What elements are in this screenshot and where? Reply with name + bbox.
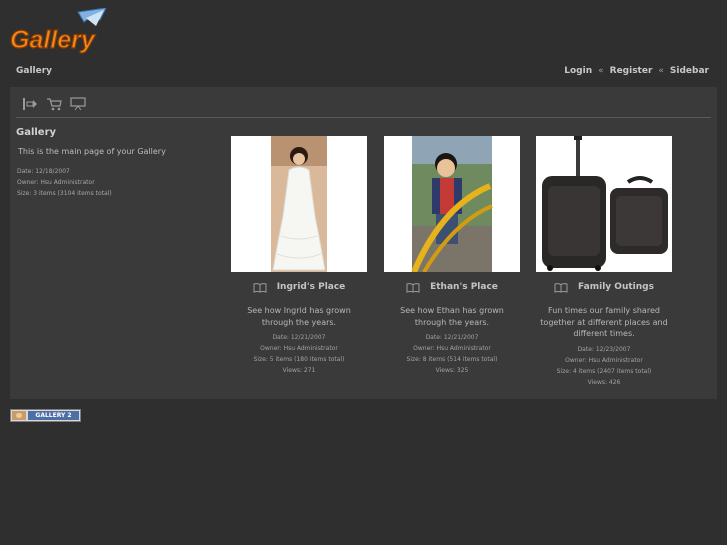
- album-thumbnail-family-outings[interactable]: [536, 136, 672, 272]
- logo-wordmark: Gallery: [10, 26, 96, 54]
- album-title-row: Ingrid's Place: [229, 280, 369, 294]
- album-description: See how Ethan has grown through the year…: [400, 306, 504, 327]
- album-owner: Owner: Hsu Administrator: [413, 345, 491, 352]
- album-book-icon: [253, 282, 267, 293]
- ingrid-photo: [271, 136, 327, 272]
- slideshow-icon[interactable]: [22, 97, 38, 111]
- album-size: Size: 5 items (180 items total): [253, 356, 345, 363]
- album-thumbnail-ethan[interactable]: [384, 136, 520, 272]
- album-item: Family Outings Fun times our family shar…: [534, 136, 674, 388]
- album-description: See how Ingrid has grown through the yea…: [247, 306, 351, 327]
- gallery-description: This is the main page of your Gallery: [18, 147, 166, 156]
- breadcrumb-gallery[interactable]: Gallery: [16, 66, 52, 76]
- gallery-logo-art: Gallery: [9, 7, 107, 55]
- album-book-icon: [554, 282, 568, 293]
- album-title-row: Family Outings: [534, 280, 674, 294]
- album-size: Size: 8 items (514 items total): [406, 356, 498, 363]
- album-views: Views: 426: [587, 378, 621, 386]
- gallery2-badge-text: GALLERY 2: [28, 411, 79, 420]
- presentation-icon[interactable]: [70, 97, 86, 111]
- gallery-meta: Date: 12/18/2007 Owner: Hsu Administrato…: [17, 166, 216, 199]
- gallery2-badge[interactable]: GALLERY 2: [10, 409, 81, 422]
- album-title-link[interactable]: Ethan's Place: [430, 282, 498, 292]
- album-date: Date: 12/23/2007: [577, 345, 631, 353]
- album-title-row: Ethan's Place: [382, 280, 522, 294]
- gallery2-badge-face-icon: [12, 411, 26, 420]
- album-date: Date: 12/21/2007: [425, 334, 479, 341]
- gallery-title: Gallery: [16, 127, 57, 138]
- main-panel: Gallery This is the main page of your Ga…: [10, 87, 717, 399]
- gallery-info: Gallery This is the main page of your Ga…: [16, 127, 216, 199]
- ethan-photo: [411, 136, 493, 272]
- album-title-link[interactable]: Family Outings: [578, 282, 654, 292]
- album-owner: Owner: Hsu Administrator: [565, 356, 643, 364]
- album-thumbnail-ingrid[interactable]: [231, 136, 367, 272]
- album-meta: Date: 12/21/2007 Owner: Hsu Administrato…: [229, 332, 369, 376]
- album-views: Views: 325: [435, 367, 469, 374]
- gallery-logo[interactable]: Gallery: [8, 7, 108, 55]
- album-owner: Owner: Hsu Administrator: [260, 345, 338, 352]
- album-item: Ethan's Place See how Ethan has grown th…: [382, 136, 522, 376]
- album-title-link[interactable]: Ingrid's Place: [277, 282, 346, 292]
- header-links: Login « Register « Sidebar: [564, 66, 709, 76]
- album-description: Fun times our family shared together at …: [540, 306, 668, 338]
- album-meta: Date: 12/23/2007 Owner: Hsu Administrato…: [534, 344, 674, 388]
- link-separator: «: [658, 66, 664, 76]
- cart-icon[interactable]: [46, 97, 62, 111]
- header-bar: Gallery Login « Register « Sidebar: [0, 60, 727, 82]
- album-book-icon: [406, 282, 420, 293]
- album-meta: Date: 12/21/2007 Owner: Hsu Administrato…: [382, 332, 522, 376]
- gallery-date: Date: 12/18/2007: [17, 168, 70, 175]
- sidebar-link[interactable]: Sidebar: [670, 66, 709, 76]
- link-separator: «: [598, 66, 604, 76]
- album-date: Date: 12/21/2007: [272, 334, 326, 341]
- album-views: Views: 271: [282, 367, 316, 374]
- album-item: Ingrid's Place See how Ingrid has grown …: [229, 136, 369, 376]
- login-link[interactable]: Login: [564, 66, 592, 76]
- album-size: Size: 4 items (2407 items total): [556, 367, 652, 375]
- luggage-photo: [542, 136, 668, 271]
- gallery-owner: Owner: Hsu Administrator: [17, 179, 95, 186]
- gallery-size: Size: 3 items (3104 items total): [17, 190, 112, 197]
- register-link[interactable]: Register: [610, 66, 653, 76]
- toolbar: [22, 97, 86, 113]
- panel-divider: [16, 117, 711, 118]
